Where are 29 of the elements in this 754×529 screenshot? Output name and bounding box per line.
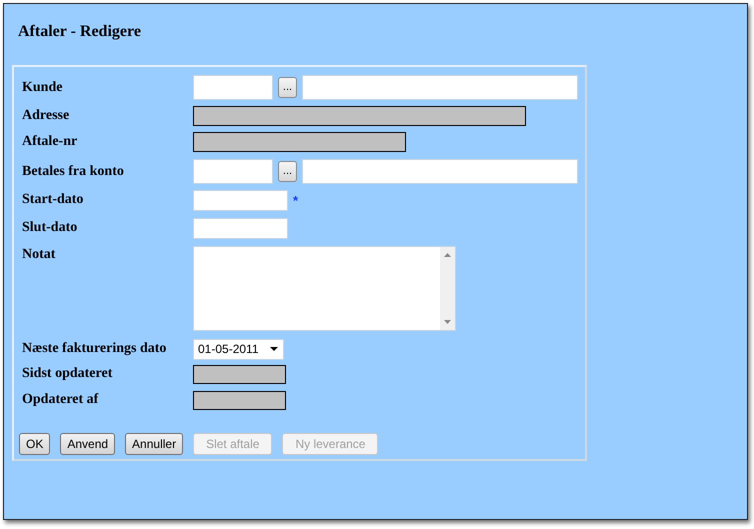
name-field[interactable] (302, 158, 578, 184)
name-field[interactable] (302, 74, 578, 100)
field-label: Kunde (22, 79, 64, 97)
field-label: Slut-dato (22, 219, 78, 237)
code-field[interactable] (193, 158, 273, 184)
date-field[interactable] (193, 190, 288, 211)
lookup-button[interactable]: ... (278, 76, 297, 98)
caret-icon (270, 347, 278, 351)
action-button[interactable]: Annuller (125, 433, 184, 455)
field-label: Aftale-nr (22, 133, 78, 151)
date-field[interactable] (193, 218, 288, 239)
field-label: Næste fakturerings dato (22, 340, 168, 358)
field-label: Betales fra konto (22, 163, 125, 181)
window-title: Aftaler - Redigere (17, 22, 142, 42)
lookup-button[interactable]: ... (278, 160, 297, 182)
date-dropdown[interactable]: 01-05-2011 (193, 338, 284, 360)
field-label: Notat (22, 246, 56, 264)
field-label: Start-dato (22, 191, 84, 209)
code-field[interactable] (193, 74, 273, 100)
action-button[interactable]: Anvend (60, 433, 116, 455)
note-textarea[interactable] (193, 246, 456, 331)
action-button[interactable]: OK (19, 433, 50, 455)
scroll-down-icon[interactable] (444, 320, 451, 324)
field-label: Adresse (22, 107, 70, 125)
required-marker: * (293, 193, 298, 208)
scroll-up-icon[interactable] (444, 253, 451, 257)
field-label: Opdateret af (22, 391, 100, 409)
scrollbar[interactable] (440, 247, 455, 330)
field-label: Sidst opdateret (22, 365, 114, 383)
